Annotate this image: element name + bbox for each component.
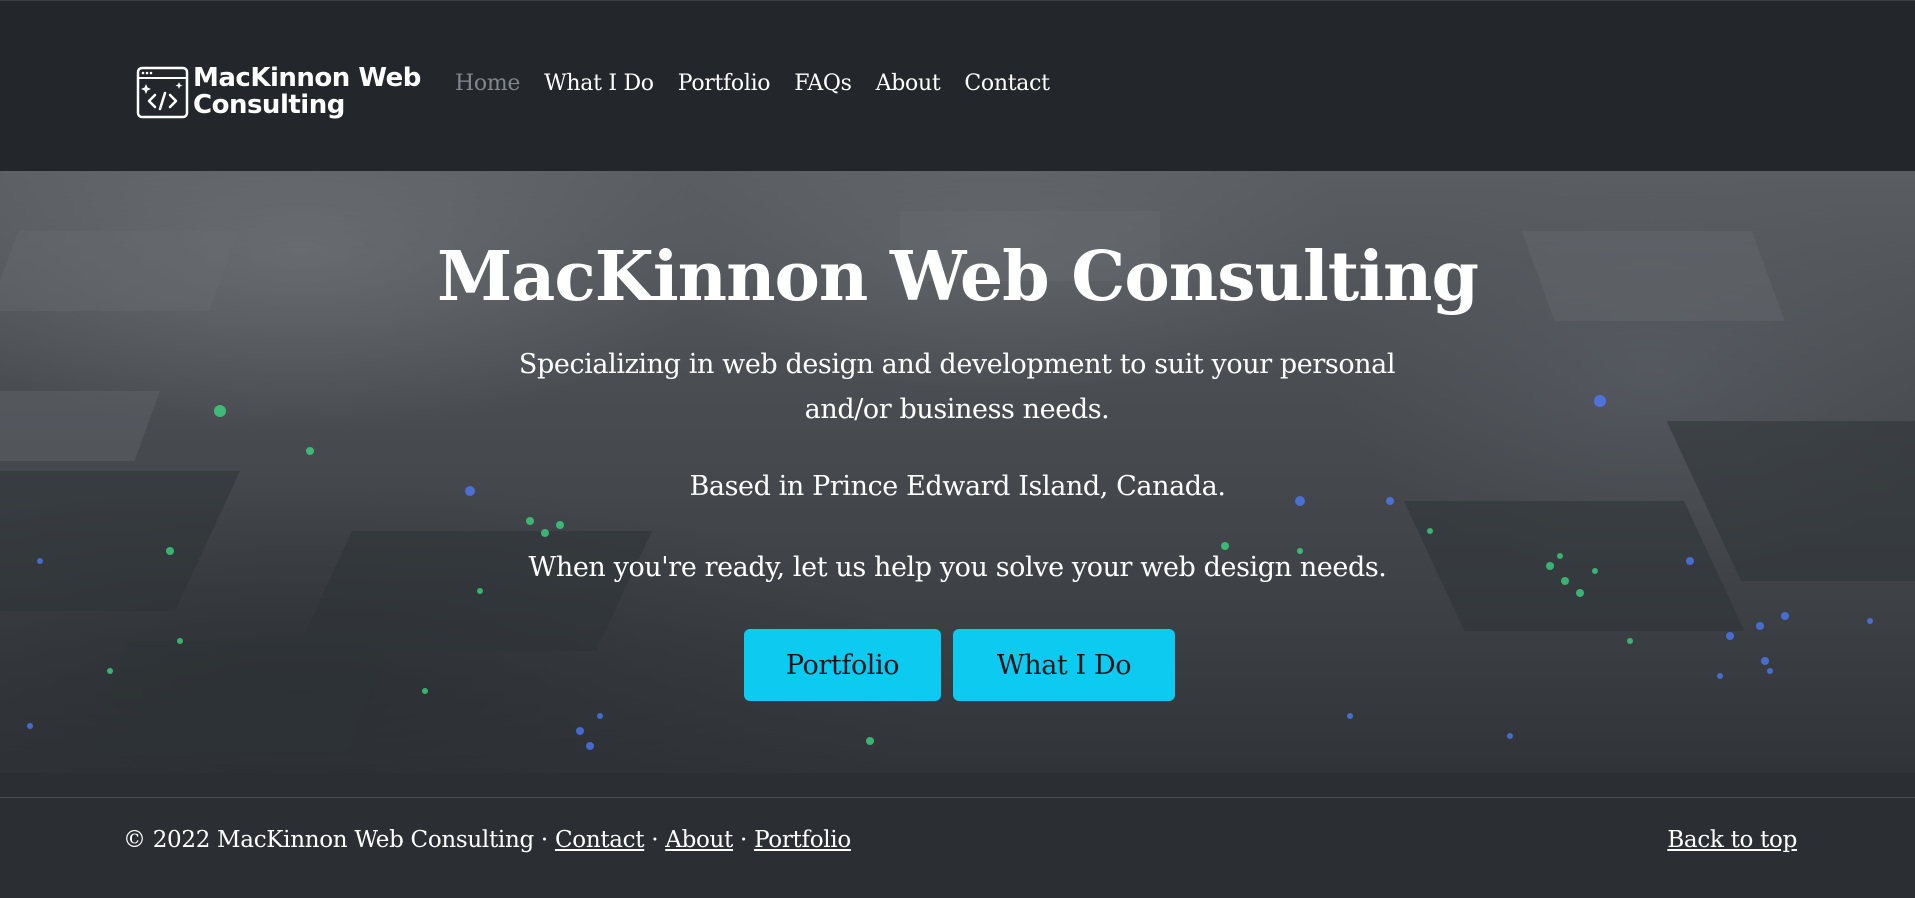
portfolio-button[interactable]: Portfolio xyxy=(744,629,941,701)
brand-line-1: MacKinnon Web xyxy=(193,63,421,93)
hero-button-group: Portfolio What I Do xyxy=(744,629,1175,701)
footer-separator: · xyxy=(733,827,755,853)
footer-back-to-top: Back to top xyxy=(1667,825,1797,855)
brand-line-2: Consulting xyxy=(193,90,345,120)
footer-divider xyxy=(0,797,1915,798)
footer-link-contact[interactable]: Contact xyxy=(555,827,645,853)
navbar: MacKinnon Web Consulting Home What I Do … xyxy=(0,0,1915,171)
main-nav: Home What I Do Portfolio FAQs About Cont… xyxy=(455,71,1074,96)
code-window-icon xyxy=(136,66,189,118)
footer: © 2022 MacKinnon Web Consulting · Contac… xyxy=(0,773,1915,898)
nav-link-portfolio[interactable]: Portfolio xyxy=(678,71,771,96)
nav-link-contact[interactable]: Contact xyxy=(964,71,1050,96)
nav-link-about[interactable]: About xyxy=(876,71,941,96)
hero-title: MacKinnon Web Consulting xyxy=(436,237,1479,317)
brand-logo-link[interactable]: MacKinnon Web Consulting xyxy=(136,63,421,121)
footer-link-about[interactable]: About xyxy=(665,827,733,853)
footer-separator: · xyxy=(533,827,555,853)
nav-link-what-i-do[interactable]: What I Do xyxy=(544,71,654,96)
hero-cta-text: When you're ready, let us help you solve… xyxy=(528,552,1387,583)
back-to-top-link[interactable]: Back to top xyxy=(1667,827,1797,853)
footer-separator: · xyxy=(644,827,666,853)
hero-section: MacKinnon Web Consulting Specializing in… xyxy=(0,171,1915,773)
brand-name: MacKinnon Web Consulting xyxy=(193,65,421,119)
footer-copyright: © 2022 MacKinnon Web Consulting xyxy=(123,827,534,853)
footer-link-portfolio[interactable]: Portfolio xyxy=(754,827,851,853)
hero-location: Based in Prince Edward Island, Canada. xyxy=(689,471,1226,502)
what-i-do-button[interactable]: What I Do xyxy=(953,629,1175,701)
footer-links: © 2022 MacKinnon Web Consulting · Contac… xyxy=(123,825,851,855)
nav-link-faqs[interactable]: FAQs xyxy=(794,71,852,96)
hero-subtitle: Specializing in web design and developme… xyxy=(518,349,1396,425)
nav-link-home[interactable]: Home xyxy=(455,71,520,96)
